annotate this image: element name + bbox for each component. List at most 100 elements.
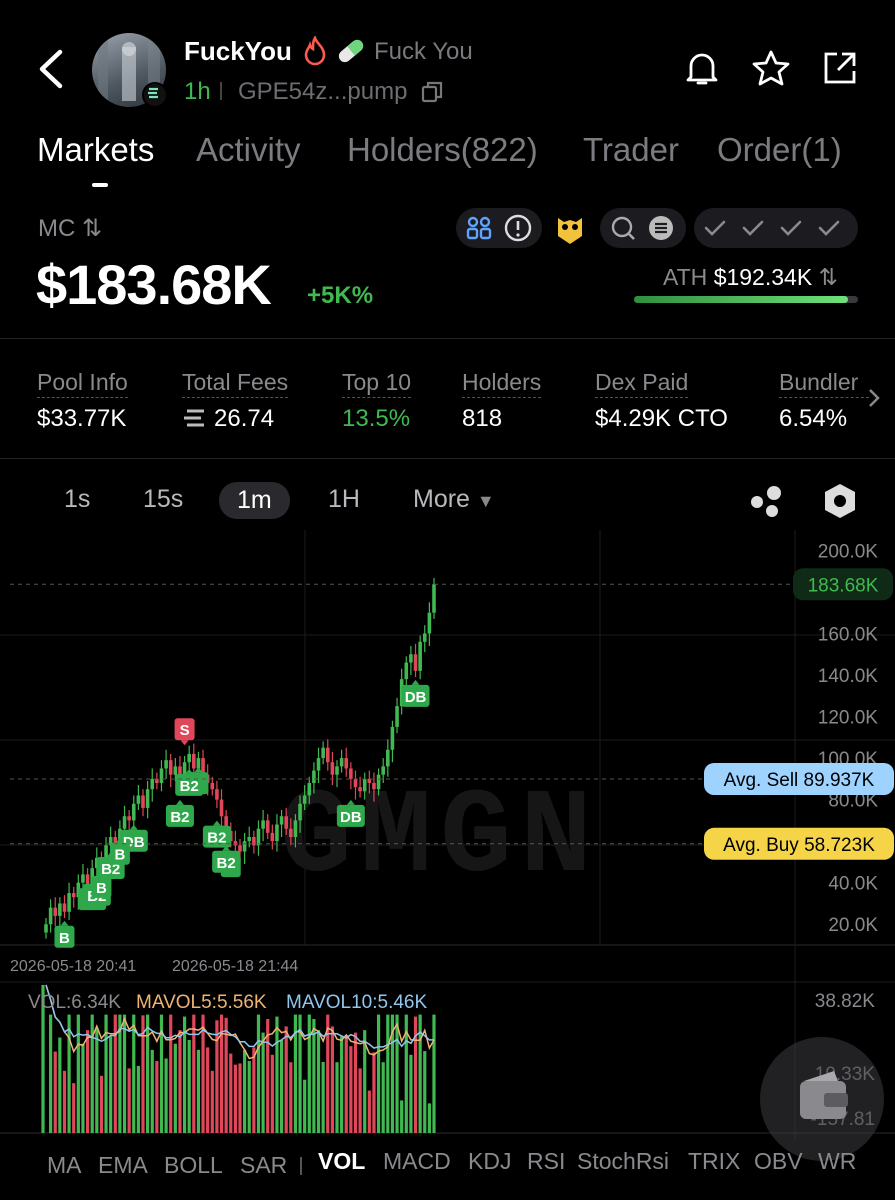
holders-filter-pill[interactable]: [456, 208, 542, 248]
volume-bar: [90, 1014, 94, 1133]
volume-bar: [238, 1063, 242, 1133]
indicator-tab-macd[interactable]: MACD: [383, 1148, 451, 1175]
timeframe-1h[interactable]: 1H: [328, 485, 360, 514]
tab-markets[interactable]: Markets: [37, 131, 154, 169]
marker-pointer: [175, 799, 184, 805]
divider: [220, 82, 222, 100]
owl-icon[interactable]: [552, 208, 588, 248]
volume-bar: [330, 1026, 334, 1133]
token-full-name: Fuck You: [374, 38, 473, 65]
timeframe-1m[interactable]: 1m: [219, 482, 290, 519]
avg-sell-tag[interactable]: Avg. Sell 89.937K: [704, 762, 894, 795]
buy-marker[interactable]: B2: [165, 799, 194, 827]
tab-trader[interactable]: Trader: [583, 131, 679, 169]
candle-body: [289, 828, 293, 837]
chevron-right-icon[interactable]: [866, 386, 882, 415]
bell-icon[interactable]: [682, 48, 722, 88]
timeframe-1s[interactable]: 1s: [64, 485, 90, 514]
back-arrow-icon[interactable]: [30, 46, 70, 92]
indicator-tab-ema[interactable]: EMA: [98, 1152, 148, 1179]
wallet-floating-button[interactable]: [760, 1037, 884, 1161]
share-icon[interactable]: [820, 48, 860, 88]
volume-bar: [312, 1019, 316, 1133]
timeframe-more[interactable]: More ▼: [413, 485, 495, 514]
candle-body: [247, 837, 252, 842]
indicator-tab-stochrsi[interactable]: StochRsi: [577, 1148, 669, 1175]
candle-body: [413, 654, 418, 671]
copy-icon[interactable]: [420, 80, 444, 109]
candle-body: [53, 907, 58, 916]
stat-total-fees-label[interactable]: Total Fees: [182, 369, 289, 398]
stat-pool-info-label[interactable]: Pool Info: [37, 369, 128, 398]
stat-pool-info-value: $33.77K: [37, 405, 127, 432]
candle-body: [404, 662, 409, 680]
tab-activity[interactable]: Activity: [196, 131, 301, 169]
chart-settings-icon[interactable]: [822, 482, 858, 525]
ath-progress-fill: [634, 296, 848, 303]
indicator-tab-rsi[interactable]: RSI: [527, 1148, 565, 1175]
volume-bar: [85, 1030, 90, 1133]
stat-bundler-label[interactable]: Bundler: [779, 369, 869, 398]
candle-body: [307, 783, 312, 796]
contract-address[interactable]: GPE54z...pump: [238, 78, 407, 106]
candle-body: [353, 778, 358, 788]
tab-holders[interactable]: Holders(822): [347, 131, 538, 169]
candle-body: [372, 783, 376, 790]
candle-body: [81, 874, 85, 883]
candle-body: [233, 841, 238, 846]
mc-label[interactable]: MC ⇅: [38, 214, 102, 243]
marker-pointer: [212, 820, 221, 826]
active-tab-indicator: [92, 183, 108, 187]
candle-body: [159, 768, 164, 783]
y-axis-tick-label: 200.0K: [818, 541, 879, 562]
tab-order[interactable]: Order(1): [717, 131, 842, 169]
candle-body: [122, 816, 127, 829]
candle-body: [409, 654, 413, 663]
candle-body: [131, 803, 136, 821]
indicator-tab-kdj[interactable]: KDJ: [468, 1148, 511, 1175]
volume-bar: [335, 1062, 339, 1133]
buy-marker[interactable]: B: [54, 920, 75, 948]
candle-body: [312, 770, 316, 783]
marker-pointer: [129, 824, 138, 830]
volume-bar: [136, 1065, 140, 1133]
stat-top10-label[interactable]: Top 10: [342, 369, 412, 398]
indicator-tab-obv[interactable]: OBV: [754, 1148, 803, 1175]
indicator-tab-vol[interactable]: VOL: [318, 1148, 365, 1175]
ath-label: ATH $192.34K ⇅: [663, 264, 838, 290]
candle-body: [381, 766, 385, 775]
volume-bar: [150, 1049, 154, 1133]
volume-bar: [164, 1058, 168, 1133]
stat-holders-label[interactable]: Holders: [462, 369, 542, 398]
current-price-tag[interactable]: 183.68K: [793, 568, 893, 601]
x-axis-tick-label: 2026-05-18 21:44: [172, 958, 298, 975]
candle-body: [48, 907, 53, 925]
token-age: 1h: [184, 78, 211, 105]
timeframe-15s[interactable]: 15s: [143, 485, 183, 514]
indicator-tab-trix[interactable]: TRIX: [688, 1148, 740, 1175]
candle-body: [238, 845, 242, 852]
market-cap-value: $183.68K: [36, 253, 272, 316]
indicator-tab-ma[interactable]: MA: [47, 1152, 82, 1179]
indicator-tab-sar[interactable]: SAR: [240, 1152, 287, 1179]
volume-bar: [233, 1064, 237, 1133]
indicator-tab-wr[interactable]: WR: [818, 1148, 856, 1175]
star-icon[interactable]: [751, 48, 791, 88]
volume-bar: [210, 1070, 214, 1133]
avg-buy-tag[interactable]: Avg. Buy 58.723K: [704, 827, 894, 860]
volume-bar: [247, 1060, 251, 1133]
indicator-tab-boll[interactable]: BOLL: [164, 1152, 223, 1179]
avg-buy-tag-text: Avg. Buy 58.723K: [723, 835, 875, 856]
stat-dex-paid-label[interactable]: Dex Paid: [595, 369, 689, 398]
indicator-dots-icon[interactable]: [748, 484, 784, 523]
volume-bar: [353, 1032, 358, 1133]
volume-bar: [395, 1014, 399, 1133]
volume-bar: [206, 1047, 210, 1133]
candle-body: [395, 706, 399, 727]
search-scan-pill[interactable]: [600, 208, 686, 248]
marker-label: B: [114, 847, 125, 864]
sell-marker[interactable]: S: [174, 718, 195, 746]
security-checks-pill[interactable]: [694, 208, 858, 248]
vol-legend-mavol5: MAVOL5:5.56K: [136, 992, 267, 1013]
volume-bar: [81, 1043, 85, 1133]
